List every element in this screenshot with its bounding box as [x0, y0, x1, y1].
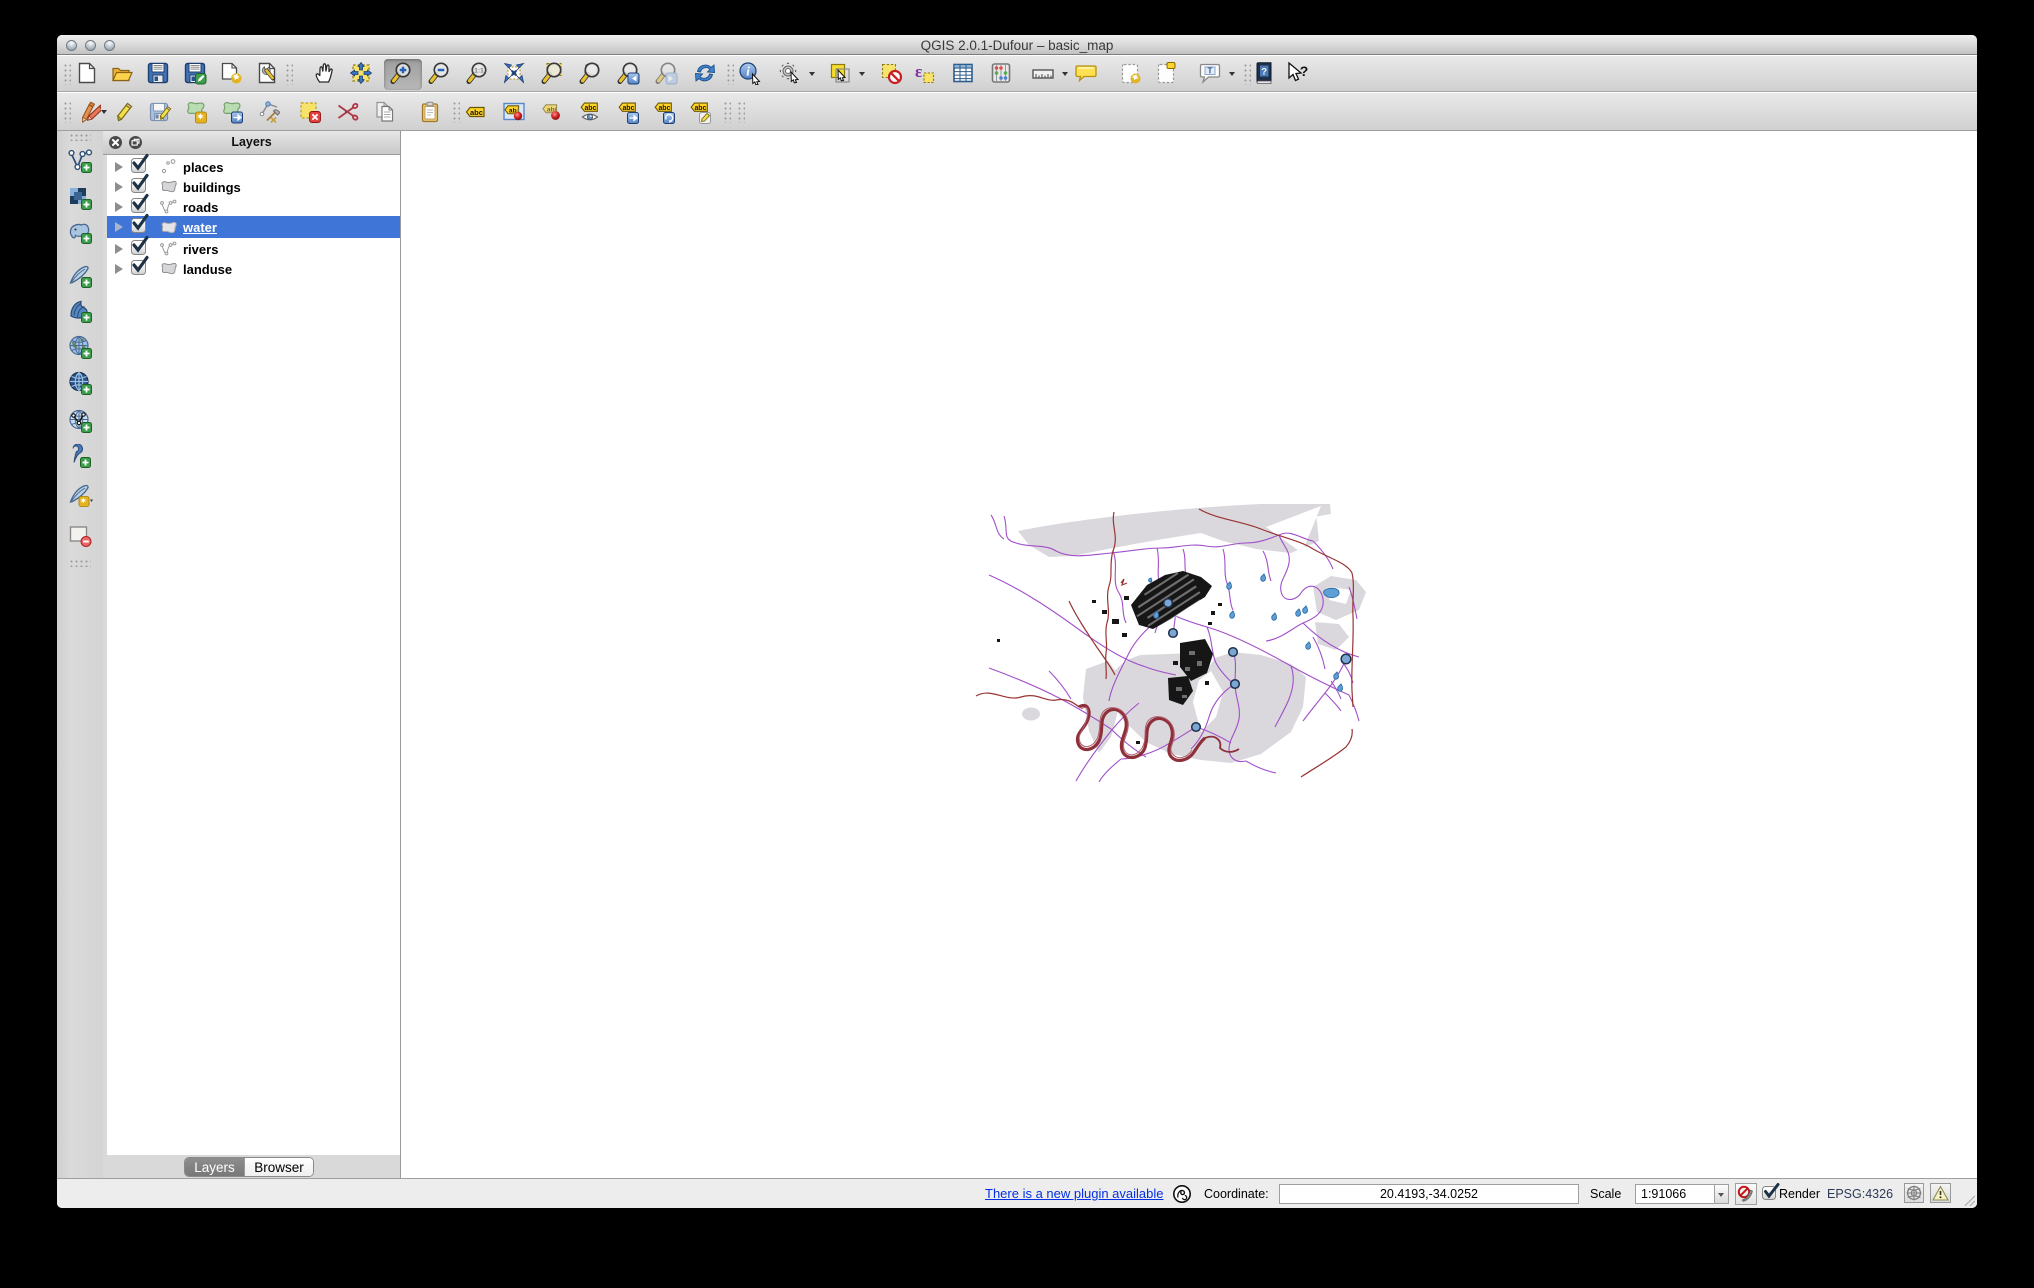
- svg-text:?: ?: [1261, 67, 1267, 78]
- svg-text:T: T: [1208, 67, 1213, 76]
- svg-text:i: i: [746, 64, 750, 79]
- svg-text:1:1: 1:1: [474, 68, 484, 75]
- svg-text:ε: ε: [915, 62, 922, 81]
- svg-text:?: ?: [1300, 63, 1309, 79]
